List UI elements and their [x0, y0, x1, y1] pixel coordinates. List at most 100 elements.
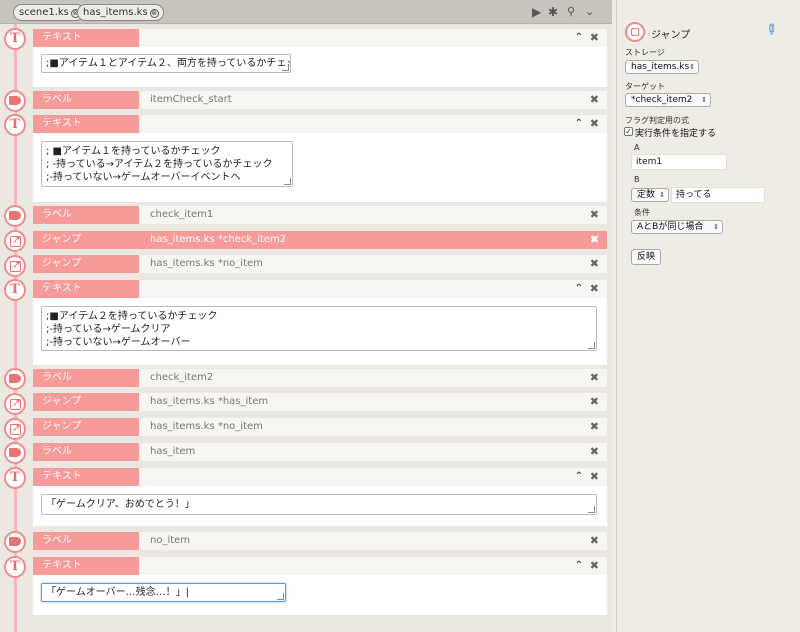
collapse-icon[interactable]: ⌃ — [575, 557, 583, 575]
jump-target: has_items.ks *has_item — [150, 396, 269, 407]
block-header[interactable]: ラベル has_item ✖ — [33, 443, 607, 461]
label-node-icon — [4, 90, 26, 112]
text-node-icon: T — [4, 28, 26, 50]
condition-checkbox[interactable]: ✓ — [624, 127, 633, 136]
collapse-icon[interactable]: ⌃ — [575, 115, 583, 133]
label-block[interactable]: ラベル has_item ✖ — [33, 443, 607, 461]
block-header[interactable]: テキスト ⌃ ✖ — [33, 468, 607, 486]
play-icon[interactable]: ▶ — [532, 5, 541, 19]
block-header[interactable]: テキスト ⌃ ✖ — [33, 557, 607, 575]
tab-close-icon[interactable]: ⊗ — [149, 9, 159, 18]
b-type-select[interactable]: 定数 ⇕ — [631, 188, 669, 202]
label-block[interactable]: ラベル itemCheck_start ✖ — [33, 91, 607, 109]
jump-block[interactable]: ジャンプ has_items.ks *has_item ✖ — [33, 393, 607, 411]
delete-icon[interactable]: ✖ — [590, 206, 599, 224]
label-node-icon — [4, 368, 26, 390]
storage-label: ストレージ — [625, 48, 665, 57]
block-type-label: テキスト — [33, 29, 139, 47]
delete-icon[interactable]: ✖ — [590, 280, 599, 298]
b-input[interactable]: 持ってる — [671, 187, 765, 203]
block-type-label: ラベル — [33, 91, 139, 109]
label-block[interactable]: ラベル no_item ✖ — [33, 532, 607, 550]
jump-block[interactable]: ジャンプ has_items.ks *no_item ✖ — [33, 255, 607, 273]
text-node-icon: T — [4, 467, 26, 489]
bug-icon[interactable]: ✱ — [548, 5, 558, 19]
target-select[interactable]: *check_item2 ⇕ — [625, 93, 711, 107]
text-block[interactable]: テキスト ⌃ ✖ 「ゲームクリア、おめでとう！」 — [33, 468, 607, 526]
collapse-icon[interactable]: ⌃ — [575, 468, 583, 486]
label-name: itemCheck_start — [150, 94, 232, 105]
delete-icon[interactable]: ✖ — [590, 91, 599, 109]
block-header[interactable]: ラベル itemCheck_start ✖ — [33, 91, 607, 109]
a-input[interactable]: item1 — [631, 154, 727, 170]
delete-icon[interactable]: ✖ — [590, 393, 599, 411]
delete-icon[interactable]: ✖ — [590, 231, 599, 249]
delete-icon[interactable]: ✖ — [590, 369, 599, 387]
text-block[interactable]: テキスト ⌃ ✖ ;■アイテム２を持っているかチェック ;-持っている→ゲームク… — [33, 280, 607, 365]
text-field[interactable]: ;■アイテム２を持っているかチェック ;-持っている→ゲームクリア ;-持ってい… — [41, 306, 597, 351]
pin-icon[interactable]: ✎ — [761, 20, 781, 40]
chevron-updown-icon: ⇕ — [713, 223, 719, 231]
delete-icon[interactable]: ✖ — [590, 418, 599, 436]
label-name: has_item — [150, 446, 196, 457]
text-block[interactable]: テキスト ⌃ ✖ 「ゲームオーバー…残念…！」| — [33, 557, 607, 615]
text-block[interactable]: テキスト ⌃ ✖ ;■アイテム１とアイテム２、両方を持っているかチェック — [33, 29, 607, 87]
label-node-icon — [4, 442, 26, 464]
text-field[interactable]: 「ゲームオーバー…残念…！」| — [41, 583, 286, 602]
text-node-icon: T — [4, 114, 26, 136]
block-type-label: テキスト — [33, 115, 139, 133]
label-name: check_item2 — [150, 372, 214, 383]
block-type-label: ジャンプ — [33, 418, 139, 436]
condition-label: 条件 — [634, 208, 650, 217]
search-icon[interactable]: ⚲ — [567, 5, 575, 19]
condition-select[interactable]: AとBが同じ場合 ⇕ — [631, 220, 723, 234]
jump-node-icon — [4, 418, 26, 440]
block-type-label: テキスト — [33, 557, 139, 575]
block-header[interactable]: ジャンプ has_items.ks *no_item ✖ — [33, 255, 607, 273]
block-header[interactable]: ラベル check_item1 ✖ — [33, 206, 607, 224]
text-field[interactable]: ;■アイテム１とアイテム２、両方を持っているかチェック — [41, 54, 291, 73]
block-header[interactable]: テキスト ⌃ ✖ — [33, 29, 607, 47]
block-type-label: ジャンプ — [33, 393, 139, 411]
delete-icon[interactable]: ✖ — [590, 255, 599, 273]
block-type-label: テキスト — [33, 280, 139, 298]
jump-block[interactable]: ジャンプ has_items.ks *no_item ✖ — [33, 418, 607, 436]
block-header[interactable]: ラベル no_item ✖ — [33, 532, 607, 550]
jump-node-icon — [4, 230, 26, 252]
jump-node-icon — [4, 255, 26, 277]
chevron-updown-icon: ⇕ — [701, 96, 707, 104]
delete-icon[interactable]: ✖ — [590, 557, 599, 575]
tab-bar: scene1.ks ⊗ has_items.ks ⊗ ▶ ✱ ⚲ ⌄ — [0, 0, 612, 24]
delete-icon[interactable]: ✖ — [590, 115, 599, 133]
block-type-label: ラベル — [33, 206, 139, 224]
tab-has-items[interactable]: has_items.ks ⊗ — [77, 4, 164, 21]
text-node-icon: T — [4, 556, 26, 578]
collapse-icon[interactable]: ⌃ — [575, 280, 583, 298]
collapse-icon[interactable]: ⌃ — [575, 29, 583, 47]
panel-title: ジャンプ — [651, 30, 691, 41]
tab-scene1[interactable]: scene1.ks ⊗ — [13, 4, 85, 21]
jump-block[interactable]: ジャンプ has_items.ks *check_item2 ✖ — [33, 231, 607, 249]
block-type-label: ラベル — [33, 443, 139, 461]
text-field[interactable]: ; ■アイテム１を持っているかチェック ; -持っている→アイテム２を持っている… — [41, 141, 293, 187]
jump-target: has_items.ks *check_item2 — [150, 234, 287, 245]
label-block[interactable]: ラベル check_item2 ✖ — [33, 369, 607, 387]
delete-icon[interactable]: ✖ — [590, 532, 599, 550]
block-header[interactable]: ラベル check_item2 ✖ — [33, 369, 607, 387]
block-header[interactable]: ジャンプ has_items.ks *no_item ✖ — [33, 418, 607, 436]
text-block[interactable]: テキスト ⌃ ✖ ; ■アイテム１を持っているかチェック ; -持っている→アイ… — [33, 115, 607, 202]
delete-icon[interactable]: ✖ — [590, 443, 599, 461]
block-header[interactable]: ジャンプ has_items.ks *has_item ✖ — [33, 393, 607, 411]
block-header[interactable]: ジャンプ has_items.ks *check_item2 ✖ — [33, 231, 607, 249]
jump-target: has_items.ks *no_item — [150, 258, 263, 269]
chevron-down-icon[interactable]: ⌄ — [585, 5, 594, 19]
label-block[interactable]: ラベル check_item1 ✖ — [33, 206, 607, 224]
block-header[interactable]: テキスト ⌃ ✖ — [33, 280, 607, 298]
apply-button[interactable]: 反映 — [631, 249, 662, 265]
block-header[interactable]: テキスト ⌃ ✖ — [33, 115, 607, 133]
text-field[interactable]: 「ゲームクリア、おめでとう！」 — [41, 494, 597, 515]
tab-label: has_items.ks — [83, 7, 148, 18]
delete-icon[interactable]: ✖ — [590, 29, 599, 47]
delete-icon[interactable]: ✖ — [590, 468, 599, 486]
storage-select[interactable]: has_items.ks ⇕ — [625, 60, 699, 74]
